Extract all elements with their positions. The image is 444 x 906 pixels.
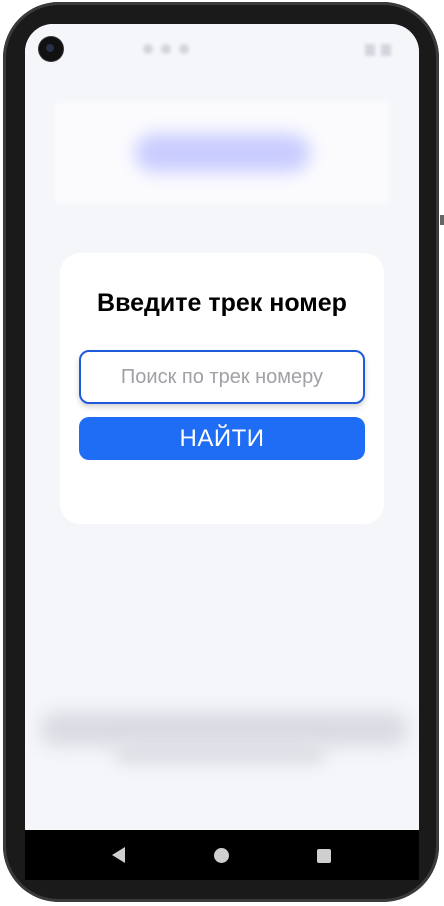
footer-text-blurred (41, 712, 407, 746)
notification-icon (143, 44, 153, 54)
battery-icon (381, 44, 391, 56)
status-notification-icons (143, 44, 189, 54)
find-button[interactable]: НАЙТИ (79, 417, 365, 460)
app-logo (135, 134, 310, 172)
footer-subtext-blurred (115, 742, 325, 764)
card-title: Введите трек номер (97, 289, 347, 317)
phone-side-button (440, 215, 444, 225)
system-navigation-bar (25, 830, 419, 880)
status-system-icons (365, 44, 391, 56)
recents-icon[interactable] (317, 849, 331, 863)
status-bar (25, 24, 419, 74)
notification-icon (161, 44, 171, 54)
back-icon[interactable] (112, 847, 125, 863)
track-number-search-input[interactable] (79, 350, 365, 404)
header-banner (55, 102, 390, 204)
track-search-card: Введите трек номер НАЙТИ (60, 253, 384, 524)
signal-icon (365, 44, 375, 56)
front-camera-icon (39, 37, 63, 61)
notification-icon (179, 44, 189, 54)
home-icon[interactable] (214, 848, 229, 863)
phone-frame: Введите трек номер НАЙТИ (0, 0, 444, 906)
app-screen: Введите трек номер НАЙТИ (25, 24, 419, 876)
